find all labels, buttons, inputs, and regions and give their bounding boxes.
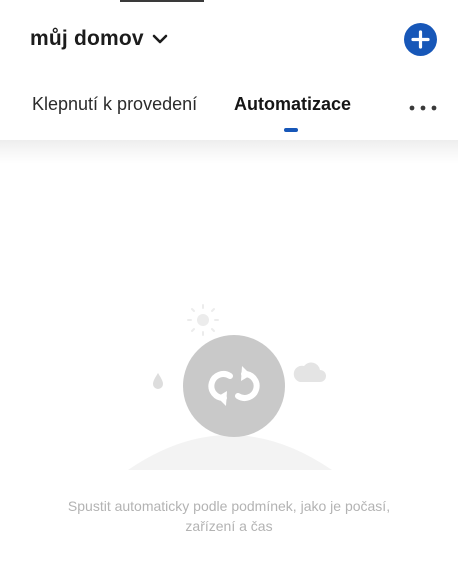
- cloud-icon: [293, 362, 326, 382]
- plus-icon: [411, 30, 430, 49]
- empty-state-message: Spustit automaticky podle podmínek, jako…: [30, 496, 428, 536]
- automation-list-area: Spustit automaticky podle podmínek, jako…: [0, 140, 458, 569]
- empty-state-illustration: [128, 304, 332, 470]
- app-screen: můj domov Klepnutí k provedení Automatiz…: [0, 0, 458, 569]
- tab-bar: Klepnutí k provedení Automatizace: [0, 88, 458, 132]
- add-button[interactable]: [404, 23, 437, 56]
- tab-tap-to-run[interactable]: Klepnutí k provedení: [32, 88, 197, 120]
- automation-loop-icon: [183, 335, 285, 437]
- empty-state-line-2: zařízení a čas: [185, 518, 273, 534]
- app-header: můj domov Klepnutí k provedení Automatiz…: [0, 0, 458, 140]
- chevron-down-icon: [152, 34, 168, 44]
- home-selector[interactable]: můj domov: [30, 22, 168, 56]
- active-tab-indicator: [284, 128, 298, 132]
- raindrop-icon: [153, 373, 163, 389]
- empty-state-line-1: Spustit automaticky podle podmínek, jako…: [67, 498, 391, 514]
- tab-automation[interactable]: Automatizace: [234, 88, 351, 120]
- sun-icon: [187, 304, 219, 336]
- more-menu-button[interactable]: [408, 100, 438, 111]
- ground-arc: [128, 435, 332, 470]
- more-dots-icon: [409, 105, 437, 111]
- home-title: můj domov: [30, 27, 144, 50]
- status-indicator-strip: [120, 0, 204, 2]
